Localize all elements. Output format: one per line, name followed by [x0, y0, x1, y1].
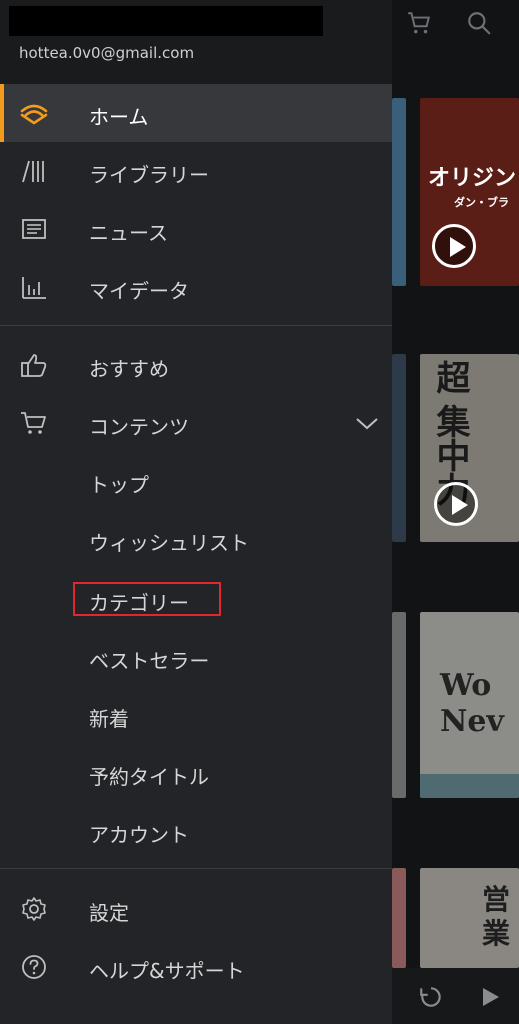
- cart-icon: [21, 412, 46, 434]
- submenu-item-top[interactable]: トップ: [0, 452, 392, 510]
- cover-title: オリジン: [428, 165, 517, 191]
- book-cover[interactable]: [392, 98, 406, 286]
- category-highlight-box: [73, 582, 221, 616]
- menu-item-label: ホーム: [89, 105, 149, 129]
- submenu-item-label: ウィッシュリスト: [89, 531, 249, 555]
- account-email: hottea.0v0@gmail.com: [19, 44, 195, 62]
- cover-subtitle: Nev: [440, 704, 504, 739]
- cover-title: 超: [430, 360, 470, 394]
- thumbs-up-icon: [21, 354, 47, 377]
- book-cover[interactable]: [392, 612, 406, 798]
- book-cover[interactable]: オリジン ダン・ブラ: [420, 98, 519, 286]
- background-app: オリジン ダン・ブラ 超 集中力 Wo Nev 営 業: [392, 0, 519, 1024]
- background-toolbar: [392, 0, 519, 50]
- book-cover[interactable]: [392, 868, 406, 968]
- gear-icon: [22, 897, 46, 921]
- cover-band: [420, 774, 519, 798]
- play-icon[interactable]: [478, 984, 502, 1010]
- book-cover[interactable]: [392, 354, 406, 542]
- submenu-item-new[interactable]: 新着: [0, 686, 392, 744]
- submenu-item-label: 予約タイトル: [89, 765, 209, 789]
- menu-item-label: ニュース: [89, 221, 168, 245]
- cover-subtitle: 業: [482, 917, 511, 950]
- menu-item-help[interactable]: ヘルプ&サポート: [0, 938, 392, 996]
- menu-divider: [0, 868, 392, 869]
- submenu-item-wishlist[interactable]: ウィッシュリスト: [0, 510, 392, 568]
- cart-icon[interactable]: [406, 10, 432, 36]
- help-icon: [22, 955, 46, 979]
- menu-item-label: 設定: [89, 901, 129, 925]
- menu-item-settings[interactable]: 設定: [0, 880, 392, 938]
- account-header: hottea.0v0@gmail.com: [0, 0, 392, 84]
- chevron-down-icon[interactable]: [354, 410, 380, 436]
- play-button[interactable]: [432, 224, 476, 268]
- menu-item-news[interactable]: ニュース: [0, 200, 392, 258]
- redacted-account-name: [9, 6, 323, 36]
- menu-item-contents[interactable]: コンテンツ: [0, 394, 392, 452]
- stats-icon: [22, 277, 46, 299]
- submenu-item-label: 新着: [89, 707, 129, 731]
- cover-title: Wo: [440, 668, 492, 703]
- rewind-icon[interactable]: [418, 984, 444, 1010]
- submenu-item-bestseller[interactable]: ベストセラー: [0, 628, 392, 686]
- menu-item-library[interactable]: ライブラリー: [0, 142, 392, 200]
- player-bar: [392, 968, 519, 1024]
- submenu-item-label: アカウント: [89, 823, 189, 847]
- play-button[interactable]: [434, 482, 478, 526]
- submenu-item-label: トップ: [89, 473, 149, 497]
- news-icon: [22, 219, 46, 239]
- menu-item-label: マイデータ: [89, 279, 189, 303]
- audible-home-icon: [20, 104, 48, 125]
- menu-item-label: おすすめ: [89, 357, 169, 381]
- cover-author: ダン・ブラ: [454, 196, 509, 209]
- library-icon: [22, 160, 44, 183]
- menu-item-mydata[interactable]: マイデータ: [0, 258, 392, 316]
- menu-divider: [0, 325, 392, 326]
- menu-item-label: ライブラリー: [89, 163, 209, 187]
- submenu-item-preorder[interactable]: 予約タイトル: [0, 744, 392, 802]
- submenu-item-label: ベストセラー: [89, 649, 210, 673]
- menu-item-label: コンテンツ: [89, 415, 189, 439]
- submenu-item-account[interactable]: アカウント: [0, 802, 392, 860]
- book-cover[interactable]: 超 集中力: [420, 354, 519, 542]
- book-cover[interactable]: 営 業: [420, 868, 519, 968]
- menu-item-home[interactable]: ホーム: [0, 84, 392, 142]
- book-cover[interactable]: Wo Nev: [420, 612, 519, 798]
- navigation-drawer: hottea.0v0@gmail.com ホーム ライブラリー ニュース マイデ…: [0, 0, 392, 1024]
- menu-item-label: ヘルプ&サポート: [89, 959, 245, 983]
- search-icon[interactable]: [466, 10, 492, 36]
- active-indicator: [0, 84, 4, 142]
- menu-item-recommended[interactable]: おすすめ: [0, 336, 392, 394]
